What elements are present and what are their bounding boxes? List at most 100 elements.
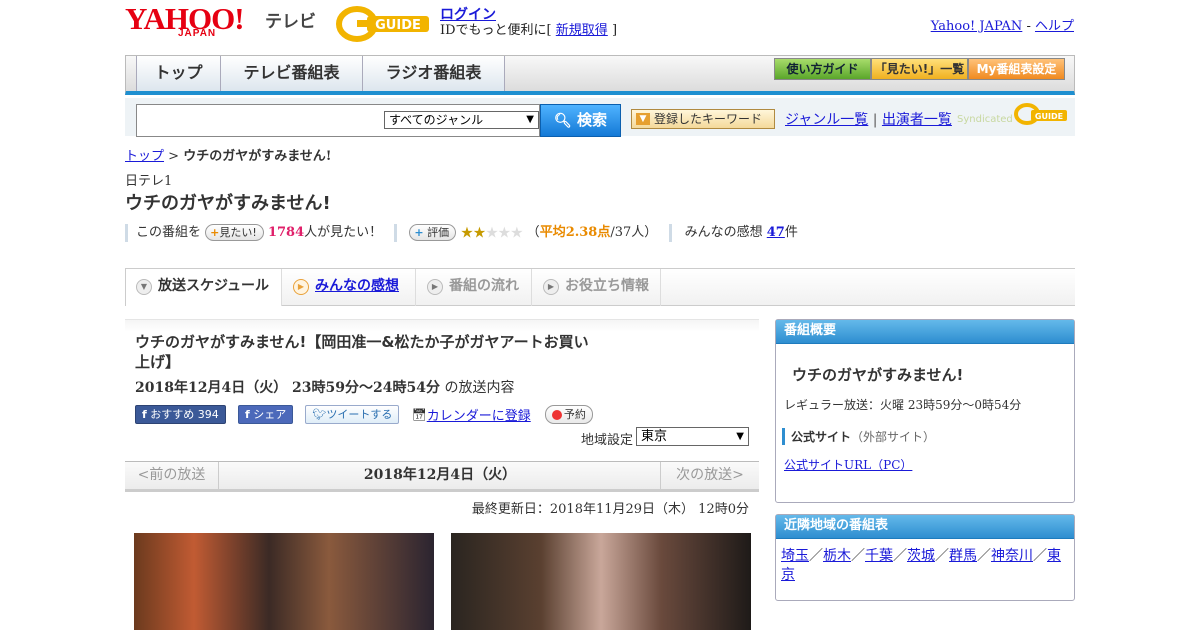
want-to-watch-button[interactable]: +見たい! [205,224,264,241]
chevron-down-icon: ▼ [526,114,534,125]
region-link-chiba[interactable]: 千葉 [865,548,893,564]
panel-heading: 近隣地域の番組表 [776,515,1074,539]
want-to-watch-label: 見たい! [219,226,257,239]
separator-bar [125,223,128,242]
help-link[interactable]: ヘルプ [1035,19,1074,34]
program-title: ウチのガヤがすみません! [125,193,331,214]
region-sep: ／ [893,548,907,564]
calendar-register-link[interactable]: カレンダーに登録 [427,409,531,424]
comments-label: みんなの感想 [684,225,763,240]
register-link[interactable]: 新規取得 [556,23,608,38]
external-site-note: （外部サイト） [851,430,936,444]
breadcrumb: トップ > ウチのガヤがすみません! [125,145,332,164]
facebook-icon: f [142,408,147,421]
search-button[interactable]: 🔍︎ 検索 [540,104,621,137]
nav-tab-top[interactable]: トップ [136,56,221,91]
channel-name: 日テレ1 [125,174,173,189]
tab-label: 放送スケジュール [158,278,270,294]
region-link-tochigi[interactable]: 栃木 [823,548,851,564]
my-schedule-settings-button[interactable]: My番組表設定 [968,58,1065,80]
nearby-regions-panel: 近隣地域の番組表 埼玉／栃木／千葉／茨城／群馬／神奈川／東京 [775,514,1075,601]
want-count: 1784 [267,225,305,240]
facebook-recommend-button[interactable]: f おすすめ 394 [135,405,226,424]
rate-label: 評価 [427,226,450,239]
tweet-label: ツイートする [326,408,393,421]
tab-broadcast-schedule[interactable]: ▼ 放送スケジュール [125,269,282,306]
stars-filled: ★★ [460,223,486,242]
facebook-share-button[interactable]: f シェア [237,405,294,424]
usage-guide-button[interactable]: 使い方ガイド [774,58,871,80]
official-site-url-link[interactable]: 公式サイトURL（PC） [784,456,912,473]
gguide-logo-text: GUIDE [375,18,421,33]
tab-label: お役立ち情報 [565,278,649,294]
stars-empty: ★★★ [485,223,523,242]
tab-label: みんなの感想 [315,278,399,294]
facebook-recommend-label: おすすめ [150,408,195,421]
region-sep: ／ [1033,548,1047,564]
main-nav: トップ テレビ番組表 ラジオ番組表 使い方ガイド 「見たい!」一覧 My番組表設… [125,55,1075,95]
plus-icon: + [210,226,220,239]
gguide-logo[interactable]: GUIDE [335,6,435,42]
comments-count-link[interactable]: 47 [767,225,785,240]
breadcrumb-current: ウチのガヤがすみません! [183,149,332,164]
tab-label: 番組の流れ [449,278,519,294]
play-arrow-icon: ▶ [427,279,443,295]
prev-broadcast-button[interactable]: <前の放送 [125,462,219,489]
region-select-value: 東京 [641,429,668,444]
yahoo-japan-link[interactable]: Yahoo! JAPAN [931,19,1023,34]
region-link-saitama[interactable]: 埼玉 [781,548,809,564]
tab-useful-info[interactable]: ▶ お役立ち情報 [533,269,661,306]
official-site-label: 公式サイト [791,430,852,444]
region-select[interactable]: 東京 ▼ [636,427,749,446]
avg-close: ） [644,225,658,240]
episode-photo [134,533,434,630]
triangle-down-icon: ▼ [636,113,650,125]
syndicated-text: Syndicated [957,114,1013,125]
region-link-kanagawa[interactable]: 神奈川 [991,548,1033,564]
want-prefix: この番組を [136,225,202,240]
current-broadcast-date: 2018年12月4日（火） [363,467,517,483]
content-tabs: ▼ 放送スケジュール ▶ みんなの感想 ▶ 番組の流れ ▶ お役立ち情報 [125,268,1075,306]
top-links-dash: - [1022,19,1035,34]
genre-select[interactable]: すべてのジャンル ▼ [384,111,539,129]
rate-button[interactable]: + 評価 [409,224,457,241]
region-link-gunma[interactable]: 群馬 [949,548,977,564]
reserve-button[interactable]: 予約 [544,405,593,424]
average-score: 平均2.38点 [539,225,611,240]
nav-tab-tv-schedule[interactable]: テレビ番組表 [220,56,363,91]
genre-list-link[interactable]: ジャンル一覧 [785,112,868,128]
region-sep: ／ [977,548,991,564]
program-overview-panel: 番組概要 ウチのガヤがすみません! レギュラー放送：火曜 23時59分～0時54… [775,319,1075,503]
region-label: 地域設定 [581,433,634,448]
tweet-button[interactable]: 🐦︎ツイートする [305,405,400,424]
registered-keyword-button[interactable]: ▼ 登録したキーワード [631,109,775,129]
search-button-label: 検索 [577,111,608,129]
performer-list-link[interactable]: 出演者一覧 [882,112,952,128]
breadcrumb-top-link[interactable]: トップ [125,149,164,164]
login-sub-prefix: IDでもっと便利に[ [440,23,552,38]
star-rating: ★★★★★ [460,223,523,242]
separator-bar [394,223,398,242]
syndicated-guide-text: GUIDE [1035,112,1063,121]
next-broadcast-button[interactable]: 次の放送> [660,462,759,489]
region-link-ibaraki[interactable]: 茨城 [907,548,935,564]
nearby-region-links: 埼玉／栃木／千葉／茨城／群馬／神奈川／東京 [781,547,1069,585]
want-suffix: 人が見たい！ [304,225,383,240]
play-arrow-icon: ▶ [293,279,309,295]
region-sep: ／ [851,548,865,564]
episode-date-suffix: の放送内容 [440,380,515,396]
want-list-button[interactable]: 「見たい!」一覧 [871,58,968,80]
nav-tab-radio-schedule[interactable]: ラジオ番組表 [362,56,505,91]
comments-unit: 件 [784,225,798,240]
tab-comments[interactable]: ▶ みんなの感想 [283,269,416,306]
panel-heading: 番組概要 [776,320,1074,344]
genre-select-value: すべてのジャンル [389,113,484,127]
episode-date: 2018年12月4日（火） 23時59分～24時54分 [135,380,440,396]
tab-program-flow[interactable]: ▶ 番組の流れ [417,269,532,306]
facebook-recommend-count: 394 [197,408,219,421]
overview-title: ウチのガヤがすみません! [792,366,964,384]
facebook-share-label: シェア [253,408,287,421]
regular-broadcast: レギュラー放送：火曜 23時59分～0時54分 [784,398,1022,412]
last-updated: 最終更新日：2018年11月29日（木） 12時0分 [471,502,749,517]
region-sep: ／ [809,548,823,564]
